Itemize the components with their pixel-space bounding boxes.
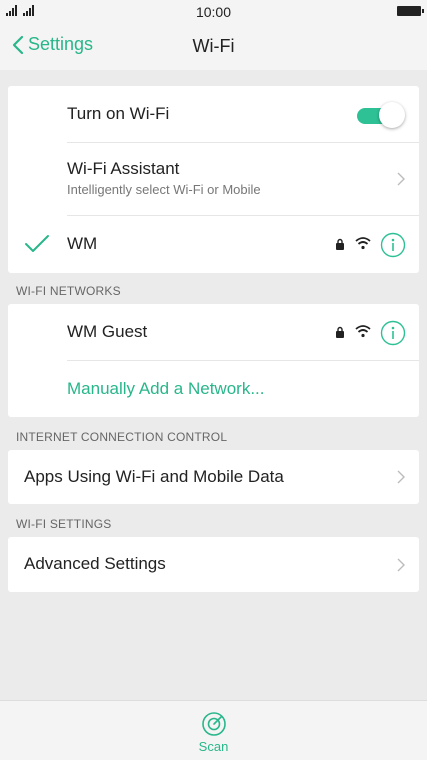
lock-icon bbox=[336, 238, 344, 250]
scan-button[interactable]: Scan bbox=[0, 711, 427, 754]
wifi-signal-icon bbox=[355, 237, 371, 250]
apps-using-wifi-row[interactable]: Apps Using Wi-Fi and Mobile Data bbox=[8, 450, 419, 504]
wifi-assistant-label: Wi-Fi Assistant bbox=[67, 159, 180, 178]
wifi-assistant-row[interactable]: Wi-Fi Assistant Intelligently select Wi-… bbox=[8, 143, 419, 216]
wifi-toggle-label: Turn on Wi-Fi bbox=[67, 104, 170, 123]
status-bar: 10:00 bbox=[0, 0, 427, 24]
scan-icon bbox=[201, 712, 226, 736]
chevron-right-icon bbox=[397, 558, 405, 572]
battery-icon bbox=[397, 6, 424, 16]
navigation-bar: Settings Wi-Fi bbox=[0, 24, 427, 70]
wifi-toggle-row[interactable]: Turn on Wi-Fi bbox=[8, 86, 419, 143]
toggle-knob bbox=[379, 102, 405, 128]
page-title: Wi-Fi bbox=[192, 36, 235, 56]
checkmark-icon bbox=[25, 235, 49, 252]
wifi-signal-icon bbox=[355, 325, 371, 338]
internet-connection-control-header: INTERNET CONNECTION CONTROL bbox=[16, 430, 228, 444]
connected-network-row[interactable]: WM bbox=[8, 216, 419, 273]
advanced-settings-label: Advanced Settings bbox=[24, 554, 166, 573]
connected-network-name: WM bbox=[67, 234, 98, 253]
wifi-assistant-sublabel: Intelligently select Wi-Fi or Mobile bbox=[67, 182, 261, 197]
wifi-main-card: Turn on Wi-Fi Wi-Fi Assistant Intelligen… bbox=[8, 86, 419, 273]
clock: 10:00 bbox=[195, 4, 232, 20]
lock-icon bbox=[336, 326, 344, 338]
manually-add-network-row[interactable]: Manually Add a Network... bbox=[8, 361, 419, 418]
apps-using-wifi-label: Apps Using Wi-Fi and Mobile Data bbox=[24, 467, 284, 486]
info-icon[interactable] bbox=[380, 320, 406, 346]
scan-label: Scan bbox=[198, 739, 229, 754]
advanced-settings-card: Advanced Settings bbox=[8, 537, 419, 592]
info-icon[interactable] bbox=[380, 232, 406, 258]
wifi-networks-header: WI-FI NETWORKS bbox=[16, 284, 121, 298]
wifi-networks-card: WM Guest Manually Add a Network... bbox=[8, 304, 419, 417]
manually-add-network-link[interactable]: Manually Add a Network... bbox=[67, 379, 264, 399]
apps-using-card: Apps Using Wi-Fi and Mobile Data bbox=[8, 450, 419, 504]
chevron-right-icon bbox=[397, 172, 405, 186]
wifi-toggle-switch[interactable] bbox=[357, 102, 405, 128]
network-name: WM Guest bbox=[67, 322, 148, 341]
chevron-right-icon bbox=[397, 470, 405, 484]
network-row[interactable]: WM Guest bbox=[8, 304, 419, 361]
bottom-bar: Scan bbox=[0, 700, 427, 760]
wifi-settings-header: WI-FI SETTINGS bbox=[16, 517, 112, 531]
advanced-settings-row[interactable]: Advanced Settings bbox=[8, 537, 419, 592]
